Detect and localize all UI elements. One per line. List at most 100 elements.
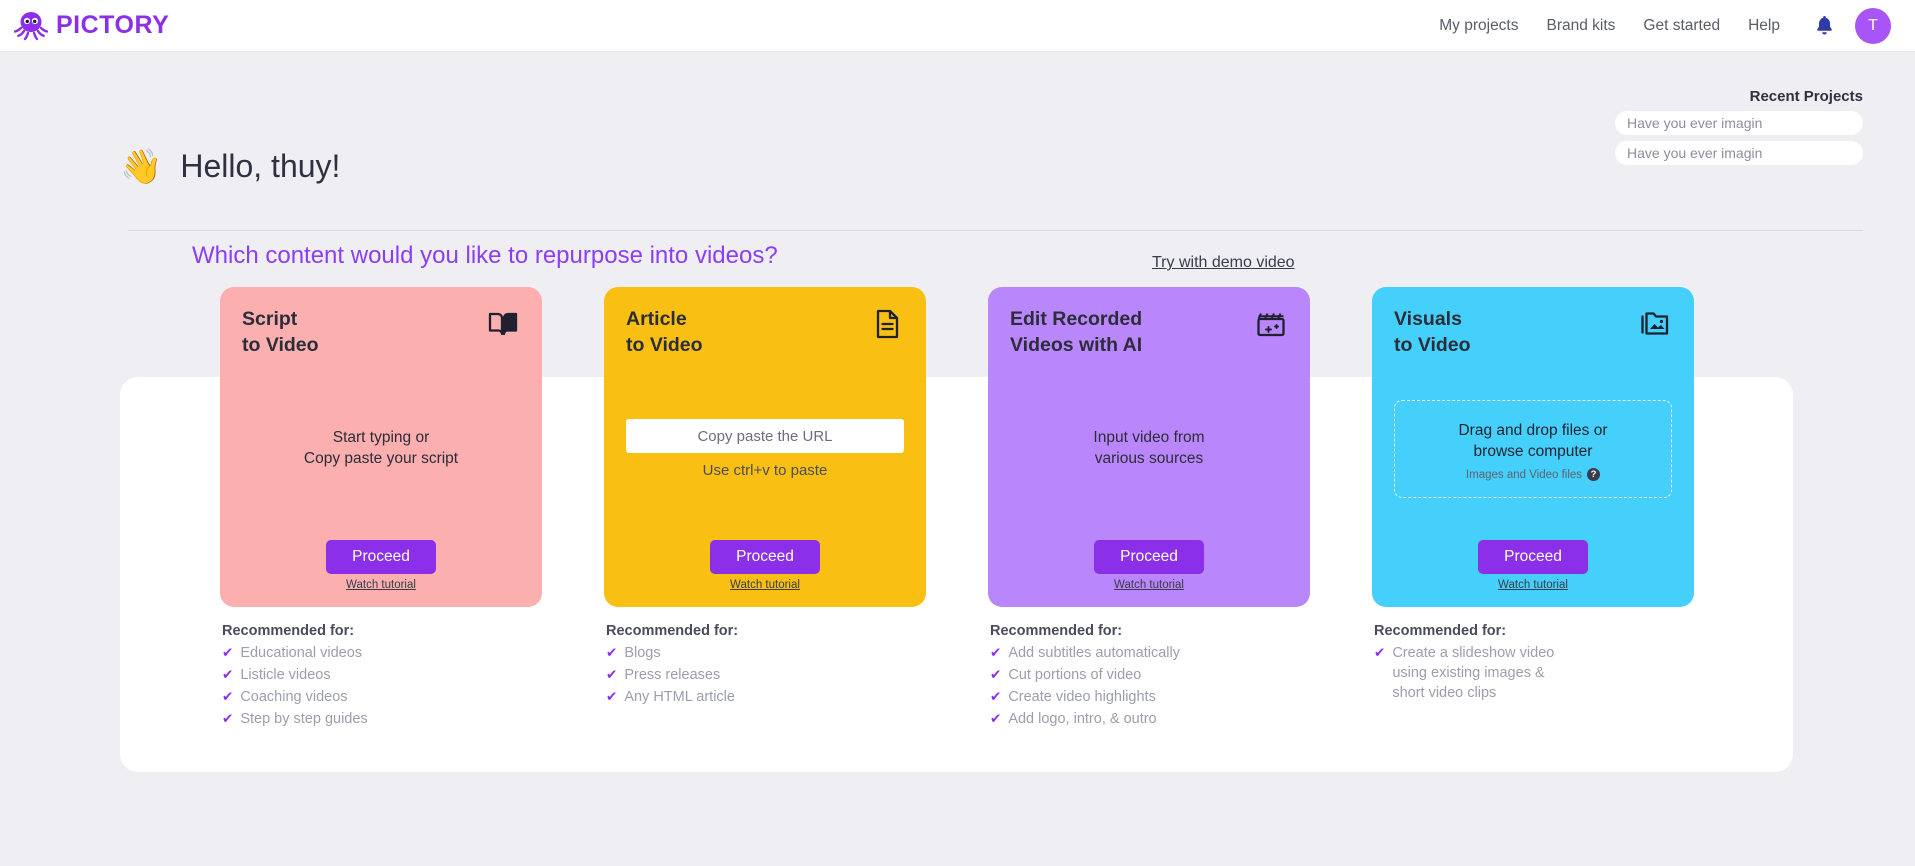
card-header: Visuals to Video [1394,307,1672,358]
card-body: Input video from various sources [1010,358,1288,540]
header-divider [128,230,1863,231]
option-column-visuals: Visuals to Video Drag and drop files or … [1372,287,1694,731]
card-script-to-video[interactable]: Script to Video Start typing or Copy pas… [220,287,542,607]
check-icon: ✔ [606,645,618,660]
list-item-label: Listicle videos [240,667,331,683]
list-item-label: Step by step guides [240,711,368,727]
recent-projects-title: Recent Projects [1749,88,1863,105]
nav-link-my-projects[interactable]: My projects [1425,17,1532,35]
recommended-list-visuals: Recommended for: ✔ Create a slideshow vid… [1372,623,1694,703]
watch-tutorial-link-article[interactable]: Watch tutorial [730,579,800,591]
page-body: Recent Projects Have you ever imagin Hav… [0,52,1915,866]
dropzone-sub-label: Images and Video files [1465,468,1583,481]
list-item: ✔ Any HTML article [606,687,926,707]
url-input[interactable] [626,419,904,454]
check-icon: ✔ [606,667,618,682]
user-avatar[interactable]: T [1855,7,1891,44]
option-column-article: Article to Video Use ctrl+v to paste Pro [604,287,926,731]
card-header: Article to Video [626,307,904,358]
card-edit-recorded-videos[interactable]: Edit Recorded Videos with AI Input video… [988,287,1310,607]
recent-project-item[interactable]: Have you ever imagin [1615,111,1863,135]
waving-hand-icon: 👋 [120,147,163,186]
proceed-button-article[interactable]: Proceed [710,540,820,574]
list-item: ✔ Add subtitles automatically [990,643,1310,663]
card-article-to-video[interactable]: Article to Video Use ctrl+v to paste Pro [604,287,926,607]
option-column-script: Script to Video Start typing or Copy pas… [220,287,542,731]
check-icon: ✔ [222,711,234,726]
card-footer: Proceed Watch tutorial [626,540,904,591]
card-title: Article to Video [626,308,703,356]
check-icon: ✔ [222,689,234,704]
nav-links-group: My projects Brand kits Get started Help … [1425,7,1891,44]
greeting-text: Hello, thuy! [180,148,341,184]
recommended-title: Recommended for: [990,623,1123,639]
card-footer: Proceed Watch tutorial [242,540,520,591]
watch-tutorial-link-edit-recorded[interactable]: Watch tutorial [1114,579,1184,591]
list-item: ✔ Create video highlights [990,687,1310,707]
list-item-label: Educational videos [240,645,363,661]
top-navigation-bar: PICTORY My projects Brand kits Get start… [0,0,1915,52]
card-header: Script to Video [242,307,520,358]
watch-tutorial-link-script[interactable]: Watch tutorial [346,579,416,591]
check-icon: ✔ [1374,645,1386,660]
list-item-label: Cut portions of video [1008,667,1142,683]
proceed-button-script[interactable]: Proceed [326,540,436,574]
nav-link-get-started[interactable]: Get started [1629,17,1734,35]
recommended-list-edit-recorded: Recommended for: ✔ Add subtitles automati… [988,623,1310,729]
card-footer: Proceed Watch tutorial [1394,540,1672,591]
card-title: Script to Video [242,308,319,356]
file-dropzone[interactable]: Drag and drop files or browse computer I… [1394,400,1672,499]
list-item-label: Add subtitles automatically [1008,645,1180,661]
recommended-list-script: Recommended for: ✔ Educational videos ✔ Li… [220,623,542,729]
dropzone-main-text: Drag and drop files or browse computer [1458,422,1608,461]
list-item: ✔ Blogs [606,643,926,663]
option-cards-row: Script to Video Start typing or Copy pas… [220,287,1695,731]
dropzone-sub-text: Images and Video files ? [1405,468,1661,482]
list-item: ✔ Cut portions of video [990,665,1310,685]
recommended-list-article: Recommended for: ✔ Blogs ✔ Press releases … [604,623,926,707]
list-item-label: Coaching videos [240,689,348,705]
paste-hint-text: Use ctrl+v to paste [702,462,828,480]
list-item: ✔ Listicle videos [222,665,542,685]
recent-project-item[interactable]: Have you ever imagin [1615,141,1863,165]
brand-logo[interactable]: PICTORY [13,10,169,42]
option-column-edit-recorded: Edit Recorded Videos with AI Input video… [988,287,1310,731]
proceed-button-edit-recorded[interactable]: Proceed [1094,540,1204,574]
try-demo-video-link[interactable]: Try with demo video [1152,254,1295,272]
check-icon: ✔ [990,711,1002,726]
octopus-logo-icon [13,10,49,42]
notification-bell-icon[interactable] [1794,16,1849,35]
list-item: ✔ Educational videos [222,643,542,663]
help-circle-icon[interactable]: ? [1587,468,1601,482]
card-body: Start typing or Copy paste your script [242,358,520,540]
card-body: Drag and drop files or browse computer I… [1394,358,1672,540]
script-placeholder-text[interactable]: Start typing or Copy paste your script [304,428,458,470]
check-icon: ✔ [222,667,234,682]
check-icon: ✔ [990,689,1002,704]
list-item-label: Create video highlights [1008,689,1156,705]
list-item: ✔ Press releases [606,665,926,685]
list-item: ✔ Coaching videos [222,687,542,707]
clapperboard-ai-icon [1254,307,1288,341]
open-book-icon [486,307,520,341]
list-item-label: Press releases [624,667,721,683]
video-source-text: Input video from various sources [1093,429,1205,468]
check-icon: ✔ [606,689,618,704]
document-icon [870,307,904,341]
image-folder-icon [1638,307,1672,341]
check-icon: ✔ [222,645,234,660]
nav-link-help[interactable]: Help [1734,17,1794,35]
nav-link-brand-kits[interactable]: Brand kits [1533,17,1630,35]
check-icon: ✔ [990,645,1002,660]
list-item-label: Any HTML article [624,689,735,705]
card-title: Visuals to Video [1394,308,1471,356]
list-item-label: Blogs [624,645,661,661]
watch-tutorial-link-visuals[interactable]: Watch tutorial [1498,579,1568,591]
recommended-title: Recommended for: [1374,623,1507,639]
recent-projects-panel: Recent Projects Have you ever imagin Hav… [1615,88,1863,171]
card-body: Use ctrl+v to paste [626,358,904,540]
list-item-label: Create a slideshow video using existing … [1392,645,1555,701]
card-visuals-to-video[interactable]: Visuals to Video Drag and drop files or … [1372,287,1694,607]
check-icon: ✔ [990,667,1002,682]
proceed-button-visuals[interactable]: Proceed [1478,540,1588,574]
